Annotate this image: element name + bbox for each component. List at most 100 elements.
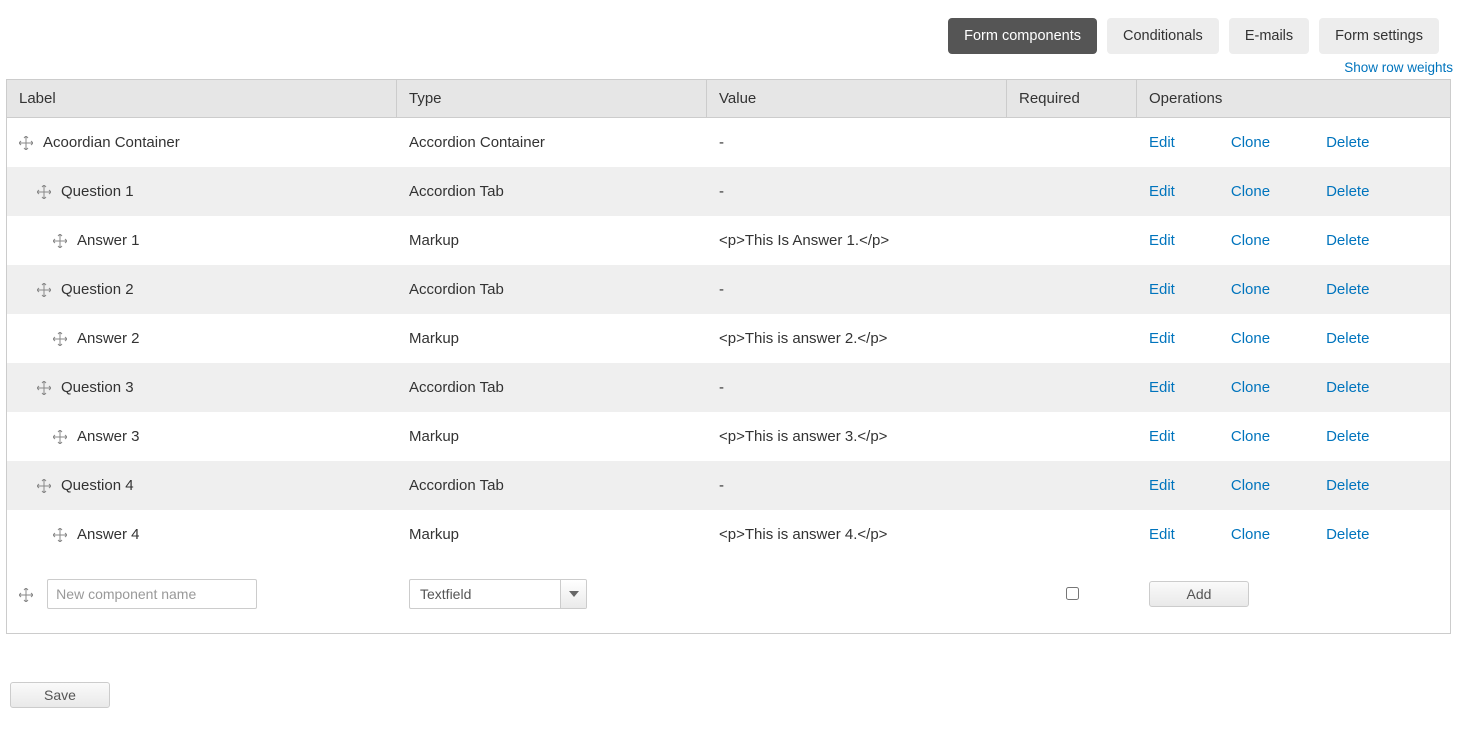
table-row: Question 3Accordion Tab-EditCloneDelete — [7, 363, 1450, 412]
tab-emails[interactable]: E-mails — [1229, 18, 1309, 54]
delete-link[interactable]: Delete — [1326, 379, 1369, 396]
edit-link[interactable]: Edit — [1149, 428, 1175, 445]
delete-link[interactable]: Delete — [1326, 232, 1369, 249]
row-operations: Edit Clone Delete — [1137, 265, 1450, 314]
edit-link[interactable]: Edit — [1149, 183, 1175, 200]
delete-link[interactable]: Delete — [1326, 477, 1369, 494]
delete-link[interactable]: Delete — [1326, 134, 1369, 151]
row-value: - — [707, 265, 1007, 314]
clone-link[interactable]: Clone — [1231, 526, 1270, 543]
row-value: - — [707, 461, 1007, 510]
column-header-operations: Operations — [1137, 80, 1450, 118]
drag-handle-icon[interactable] — [37, 283, 51, 297]
row-type: Accordion Tab — [397, 167, 707, 216]
edit-link[interactable]: Edit — [1149, 477, 1175, 494]
row-label: Question 2 — [61, 281, 134, 298]
edit-link[interactable]: Edit — [1149, 379, 1175, 396]
column-header-label: Label — [7, 80, 397, 118]
delete-link[interactable]: Delete — [1326, 428, 1369, 445]
row-value: <p>This is answer 3.</p> — [707, 412, 1007, 461]
edit-link[interactable]: Edit — [1149, 281, 1175, 298]
row-value: - — [707, 118, 1007, 167]
new-component-name-input[interactable] — [47, 579, 257, 609]
table-row: Question 4 Accordion Tab- Edit Clone Delete — [7, 461, 1450, 510]
row-value: <p>This Is Answer 1.</p> — [707, 216, 1007, 265]
drag-handle-icon[interactable] — [53, 234, 67, 248]
table-row: Answer 4Markup<p>This is answer 4.</p>Ed… — [7, 510, 1450, 559]
new-component-required-checkbox[interactable] — [1066, 587, 1079, 600]
clone-link[interactable]: Clone — [1231, 379, 1270, 396]
clone-link[interactable]: Clone — [1231, 428, 1270, 445]
table-row: Question 2 Accordion Tab- Edit Clone Delete — [7, 265, 1450, 314]
row-operations: Edit Clone Delete — [1137, 461, 1450, 510]
add-button[interactable]: Add — [1149, 581, 1249, 607]
row-label: Acoordian Container — [43, 134, 180, 151]
row-label: Question 4 — [61, 477, 134, 494]
row-label: Answer 1 — [77, 232, 140, 249]
table-row: Question 1 Accordion Tab- Edit Clone Delete — [7, 167, 1450, 216]
clone-link[interactable]: Clone — [1231, 183, 1270, 200]
edit-link[interactable]: Edit — [1149, 330, 1175, 347]
tab-conditionals[interactable]: Conditionals — [1107, 18, 1219, 54]
row-required — [1007, 118, 1137, 167]
drag-handle-icon[interactable] — [37, 381, 51, 395]
row-operations: Edit Clone Delete — [1137, 363, 1450, 412]
delete-link[interactable]: Delete — [1326, 183, 1369, 200]
row-required — [1007, 412, 1137, 461]
drag-handle-icon[interactable] — [53, 528, 67, 542]
column-header-required: Required — [1007, 80, 1137, 118]
chevron-down-icon[interactable] — [560, 580, 586, 608]
clone-link[interactable]: Clone — [1231, 477, 1270, 494]
row-operations: Edit Clone Delete — [1137, 314, 1450, 363]
show-row-weights-link[interactable]: Show row weights — [1344, 60, 1453, 75]
row-required — [1007, 363, 1137, 412]
delete-link[interactable]: Delete — [1326, 330, 1369, 347]
row-type: Accordion Tab — [397, 363, 707, 412]
select-value: Textfield — [410, 582, 560, 606]
row-type: Markup — [397, 510, 707, 559]
edit-link[interactable]: Edit — [1149, 134, 1175, 151]
table-row: Answer 1 Markup<p>This Is Answer 1.</p> Ed… — [7, 216, 1450, 265]
new-component-row: Textfield Add — [7, 559, 1450, 633]
row-type: Markup — [397, 412, 707, 461]
save-button[interactable]: Save — [10, 682, 110, 708]
edit-link[interactable]: Edit — [1149, 232, 1175, 249]
tab-form-components[interactable]: Form components — [948, 18, 1097, 54]
row-type: Accordion Tab — [397, 461, 707, 510]
table-row: Acoordian Container Accordion Container- E… — [7, 118, 1450, 167]
row-type: Accordion Container — [397, 118, 707, 167]
row-type: Markup — [397, 314, 707, 363]
row-required — [1007, 265, 1137, 314]
drag-handle-icon[interactable] — [19, 588, 33, 602]
row-value: - — [707, 363, 1007, 412]
delete-link[interactable]: Delete — [1326, 281, 1369, 298]
delete-link[interactable]: Delete — [1326, 526, 1369, 543]
drag-handle-icon[interactable] — [19, 136, 33, 150]
clone-link[interactable]: Clone — [1231, 330, 1270, 347]
tab-form-settings[interactable]: Form settings — [1319, 18, 1439, 54]
table-row: Answer 3 Markup<p>This is answer 3.</p> Ed… — [7, 412, 1450, 461]
row-label: Question 1 — [61, 183, 134, 200]
row-label: Answer 2 — [77, 330, 140, 347]
row-label: Answer 3 — [77, 428, 140, 445]
row-operations: Edit Clone Delete — [1137, 118, 1450, 167]
edit-link[interactable]: Edit — [1149, 526, 1175, 543]
row-type: Markup — [397, 216, 707, 265]
clone-link[interactable]: Clone — [1231, 281, 1270, 298]
drag-handle-icon[interactable] — [37, 479, 51, 493]
clone-link[interactable]: Clone — [1231, 134, 1270, 151]
column-header-value: Value — [707, 80, 1007, 118]
drag-handle-icon[interactable] — [53, 430, 67, 444]
row-operations: Edit Clone Delete — [1137, 216, 1450, 265]
row-value: - — [707, 167, 1007, 216]
row-value: <p>This is answer 4.</p> — [707, 510, 1007, 559]
row-operations: Edit Clone Delete — [1137, 510, 1450, 559]
drag-handle-icon[interactable] — [53, 332, 67, 346]
drag-handle-icon[interactable] — [37, 185, 51, 199]
new-component-type-select[interactable]: Textfield — [409, 579, 587, 609]
row-type: Accordion Tab — [397, 265, 707, 314]
clone-link[interactable]: Clone — [1231, 232, 1270, 249]
row-operations: Edit Clone Delete — [1137, 167, 1450, 216]
row-required — [1007, 167, 1137, 216]
row-required — [1007, 461, 1137, 510]
